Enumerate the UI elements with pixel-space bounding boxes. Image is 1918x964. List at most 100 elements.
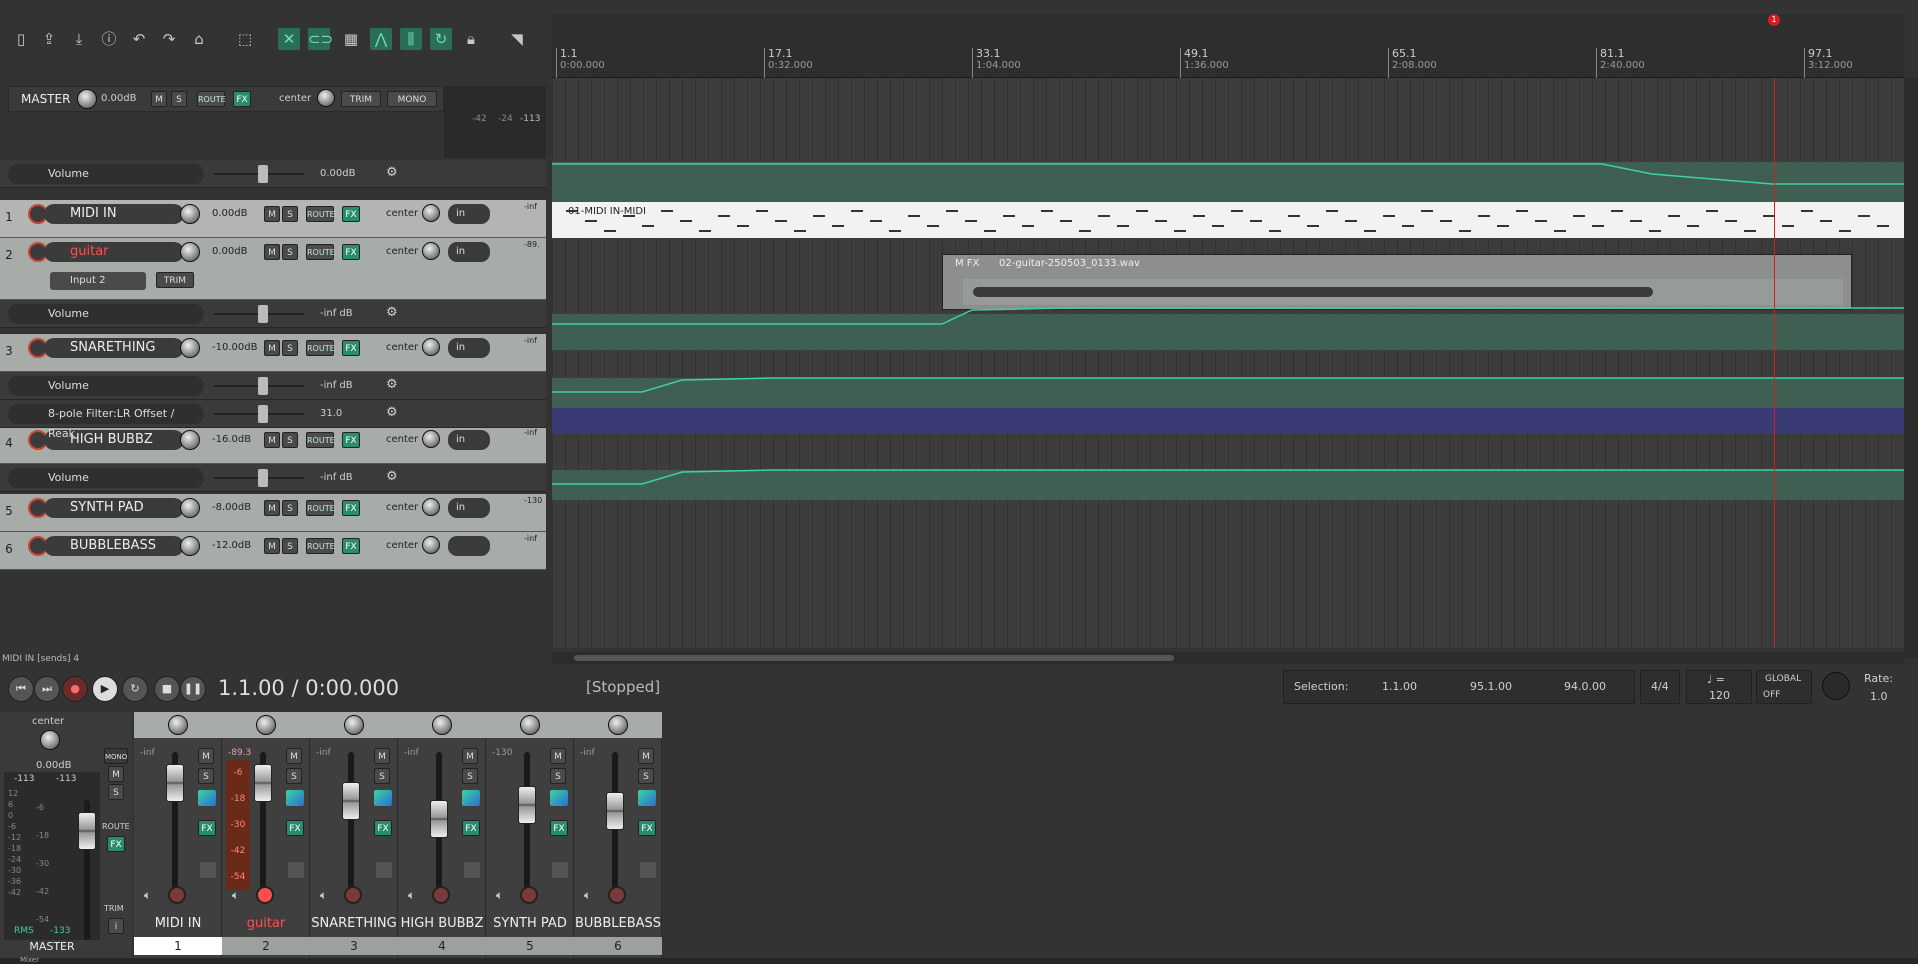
mute-button[interactable]: M (264, 244, 280, 260)
grid-select-icon[interactable]: ⬚ (234, 28, 256, 50)
lock-icon[interactable]: 🔒︎ (460, 28, 482, 50)
speaker-icon[interactable]: 🔈︎ (496, 888, 503, 903)
strip-solo-button[interactable]: S (286, 768, 302, 784)
strip-solo-button[interactable]: S (374, 768, 390, 784)
pause-button[interactable]: ❚❚ (180, 676, 206, 702)
strip-pan-knob[interactable] (344, 715, 364, 735)
master-volume-envelope-lane[interactable]: ⏻ Volume 0.00dB ⚙ (0, 160, 546, 188)
mute-button[interactable]: M (264, 500, 280, 516)
grid-lines-icon[interactable]: ⫼ (400, 28, 422, 50)
strip-fx-button[interactable]: FX (286, 820, 304, 836)
save-file-icon[interactable]: ⤓ (68, 28, 90, 50)
selection-length[interactable]: 94.0.00 (1564, 680, 1606, 693)
envelope-icon[interactable]: ◥ (506, 28, 528, 50)
strip-pan-knob[interactable] (432, 715, 452, 735)
new-file-icon[interactable]: ▯ (10, 28, 32, 50)
scrollbar-thumb[interactable] (574, 655, 1174, 661)
strip-route-icon[interactable] (374, 790, 392, 806)
fx-button[interactable]: FX (342, 340, 360, 356)
strip-pan-knob[interactable] (256, 715, 276, 735)
fx-button[interactable]: FX (342, 206, 360, 222)
strip-pan-knob[interactable] (168, 715, 188, 735)
master-pan-knob[interactable] (317, 89, 335, 107)
strip-trim-icon[interactable] (464, 862, 480, 878)
strip-record-arm-icon[interactable] (520, 886, 538, 904)
speaker-icon[interactable]: 🔈︎ (144, 888, 151, 903)
snap-icon[interactable]: ⋀ (370, 28, 392, 50)
track-1[interactable]: 1 MIDI IN 0.00dB M S ROUTE FX center in -inf (0, 200, 546, 238)
gear-icon[interactable]: ⚙ (386, 165, 398, 180)
strip-record-arm-icon[interactable] (608, 886, 626, 904)
speaker-icon[interactable]: 🔈︎ (584, 888, 591, 903)
info-icon[interactable]: ⓘ (98, 28, 120, 50)
solo-button[interactable]: S (282, 432, 298, 448)
pan-knob[interactable] (422, 204, 440, 222)
mixer-master-mono[interactable]: MONO (104, 748, 128, 764)
input-select[interactable]: in (448, 338, 490, 358)
track-4[interactable]: 4 HIGH BUBBZ -16.0dB M S ROUTE FX center in -inf (0, 426, 546, 464)
input-select[interactable]: in (448, 430, 490, 450)
master-route-button[interactable]: ROUTE (197, 91, 226, 107)
strip-trim-icon[interactable] (200, 862, 216, 878)
track-name[interactable]: SNARETHING (44, 338, 184, 358)
envelope-lane[interactable]: ⏻8-pole Filter:LR Offset / Reak31.0⚙ (0, 400, 546, 440)
strip-trim-icon[interactable] (288, 862, 304, 878)
strip-mute-button[interactable]: M (638, 748, 654, 764)
strip-fader-handle[interactable] (606, 792, 624, 830)
fx-button[interactable]: FX (342, 538, 360, 554)
strip-mute-button[interactable]: M (374, 748, 390, 764)
global-automation-button[interactable]: GLOBAL OFF (1756, 670, 1812, 704)
mixer-strip-1[interactable]: -inf M S FX 🔈︎ MIDI IN 1 (134, 712, 222, 958)
track-3[interactable]: 3 SNARETHING -10.00dB M S ROUTE FX center in -inf (0, 334, 546, 372)
gear-icon[interactable]: ⚙ (386, 305, 398, 320)
go-end-icon[interactable]: ⏭ (34, 676, 60, 702)
strip-trim-icon[interactable] (376, 862, 392, 878)
track-5[interactable]: 5 SYNTH PAD -8.00dB M S ROUTE FX center in -130 (0, 494, 546, 532)
master-solo-button[interactable]: S (171, 91, 187, 107)
track-2[interactable]: 2 guitar 0.00dB M S ROUTE FX center in -89. Input … (0, 238, 546, 300)
mute-button[interactable]: M (264, 206, 280, 222)
mixer-master-info[interactable]: i (108, 918, 124, 934)
master-fader-handle[interactable] (78, 812, 96, 850)
strip-record-arm-icon[interactable] (344, 886, 362, 904)
mixer-master-route[interactable]: ROUTE (102, 822, 130, 831)
trim-button[interactable]: TRIM (156, 272, 194, 288)
selection-start[interactable]: 1.1.00 (1382, 680, 1417, 693)
loop-icon[interactable]: ↻ (430, 28, 452, 50)
input-select[interactable]: in (448, 242, 490, 262)
mute-button[interactable]: M (264, 340, 280, 356)
pan-knob[interactable] (422, 536, 440, 554)
time-signature[interactable]: 4/4 (1640, 670, 1680, 704)
play-button[interactable]: ▶ (92, 676, 118, 702)
ripple-edit-icon[interactable]: ✕ (278, 28, 300, 50)
track-name[interactable]: BUBBLEBASS (44, 536, 184, 556)
mixer-master-trim[interactable]: TRIM (104, 904, 124, 913)
master-volume-knob[interactable] (77, 89, 97, 109)
strip-fx-button[interactable]: FX (198, 820, 216, 836)
strip-fader-handle[interactable] (342, 782, 360, 820)
envelope-slider-handle[interactable] (258, 405, 268, 423)
strip-solo-button[interactable]: S (550, 768, 566, 784)
strip-fader-handle[interactable] (254, 764, 272, 802)
mute-button[interactable]: M (264, 432, 280, 448)
envelope-lane[interactable]: ⏻Volume-inf dB⚙ (0, 464, 546, 492)
fx-button[interactable]: FX (342, 244, 360, 260)
volume-knob[interactable] (180, 430, 200, 450)
open-file-icon[interactable]: ⇪ (38, 28, 60, 50)
track-name[interactable]: MIDI IN (44, 204, 184, 224)
fx-button[interactable]: FX (342, 500, 360, 516)
strip-fx-button[interactable]: FX (374, 820, 392, 836)
volume-knob[interactable] (180, 204, 200, 224)
volume-knob[interactable] (180, 242, 200, 262)
route-button[interactable]: ROUTE (306, 244, 335, 260)
horizontal-scrollbar[interactable] (552, 652, 1904, 664)
mute-button[interactable]: M (264, 538, 280, 554)
strip-record-arm-icon[interactable] (168, 886, 186, 904)
metronome-icon[interactable]: ⌂ (188, 28, 210, 50)
speaker-icon[interactable]: 🔈︎ (408, 888, 415, 903)
route-button[interactable]: ROUTE (306, 206, 335, 222)
master-track[interactable]: MASTER 0.00dB M S ROUTE FX center TRIM M… (8, 86, 444, 112)
gear-icon[interactable]: ⚙ (386, 377, 398, 392)
grid-icon[interactable]: ▦ (340, 28, 362, 50)
solo-button[interactable]: S (282, 206, 298, 222)
